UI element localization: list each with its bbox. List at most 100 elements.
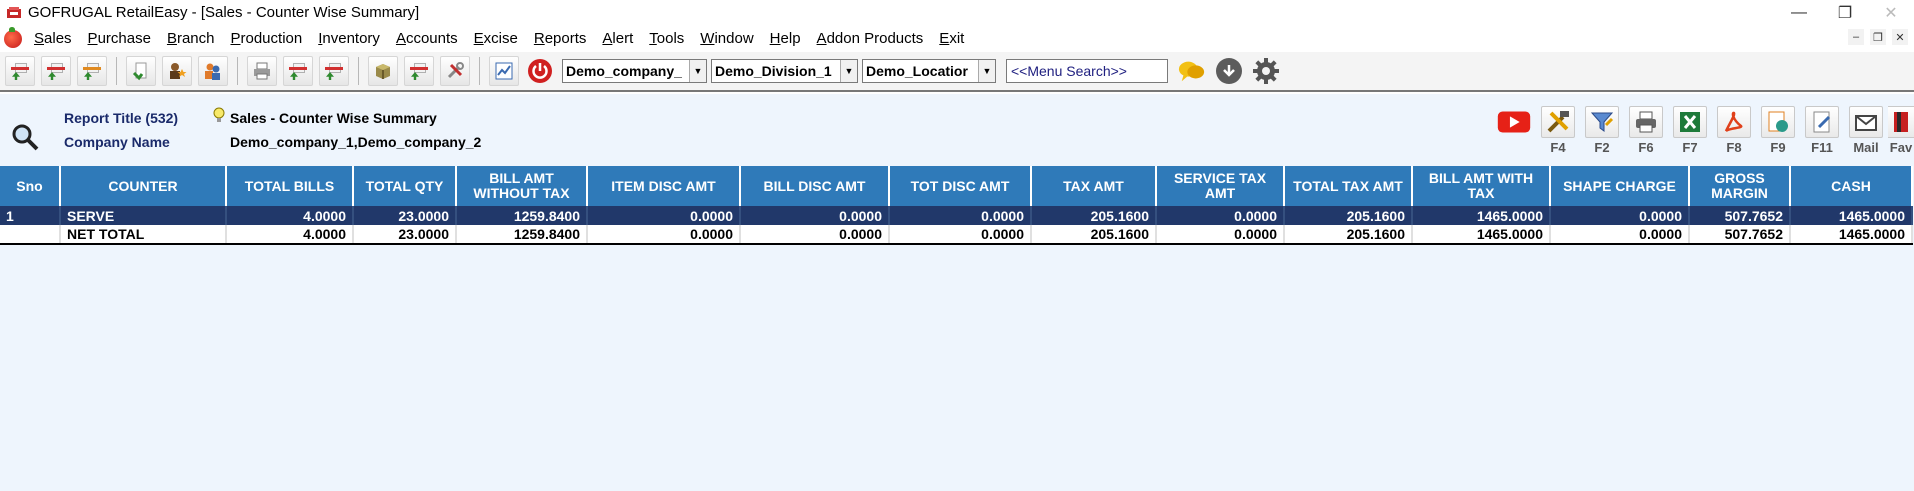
mdi-restore-button[interactable]: ❐ [1870,29,1886,45]
table-cell [0,225,61,245]
menu-production[interactable]: Production [222,30,310,47]
report-header: Report Title (532) Sales - Counter Wise … [0,94,1914,166]
column-header[interactable]: TAX AMT [1031,166,1157,206]
menu-search-input[interactable]: <<Menu Search>> [1006,59,1168,83]
chat-button[interactable] [1178,57,1206,85]
menu-reports[interactable]: Reports [526,30,595,47]
sales-order-button[interactable] [77,56,107,86]
menu-purchase[interactable]: Purchase [80,30,159,47]
column-header[interactable]: CASH [1790,166,1913,206]
column-header[interactable]: BILL AMT WITHOUT TAX [456,166,588,206]
mail-icon [1855,115,1877,131]
users-button[interactable] [198,56,228,86]
table-header-row: Sno COUNTER TOTAL BILLS TOTAL QTY BILL A… [0,166,1913,206]
customer-button[interactable] [162,56,192,86]
report-grid: Sno COUNTER TOTAL BILLS TOTAL QTY BILL A… [0,166,1914,491]
stock-cart-button[interactable] [404,56,434,86]
box-icon [376,64,390,79]
settings-button[interactable] [1252,57,1280,85]
menu-window[interactable]: Window [692,30,761,47]
division-select[interactable]: Demo_Division_1 ▼ [711,59,858,83]
menu-tools[interactable]: Tools [641,30,692,47]
close-button[interactable]: ✕ [1868,0,1914,25]
column-header[interactable]: COUNTER [60,166,227,206]
favorite-button[interactable]: Fav [1888,106,1914,155]
location-select[interactable]: Demo_Locatior ▼ [862,59,996,83]
sales-cart-button[interactable] [5,56,35,86]
chevron-down-icon: ▼ [978,60,995,82]
bookmark-icon [1894,112,1908,132]
edit-f11-button[interactable]: F11 [1800,106,1844,155]
download-button[interactable] [1216,58,1242,84]
menu-excise[interactable]: Excise [466,30,526,47]
excel-f7-button[interactable]: F7 [1668,106,1712,155]
sales-return-button[interactable] [41,56,71,86]
column-header[interactable]: BILL DISC AMT [740,166,890,206]
division-select-value: Demo_Division_1 [715,63,832,79]
cart-icon [410,63,428,80]
purchase-return-button[interactable] [319,56,349,86]
table-cell: 0.0000 [1156,206,1285,225]
pdf-f8-button[interactable]: F8 [1712,106,1756,155]
table-cell: 23.0000 [353,206,457,225]
f2-key-label: F2 [1594,140,1610,155]
tools-button[interactable] [440,56,470,86]
company-select[interactable]: Demo_company_ ▼ [562,59,707,83]
export-f9-button[interactable]: F9 [1756,106,1800,155]
f8-key-label: F8 [1726,140,1742,155]
column-header[interactable]: GROSS MARGIN [1689,166,1791,206]
chevron-down-icon: ▼ [840,60,857,82]
menu-addon-products[interactable]: Addon Products [809,30,932,47]
search-icon[interactable] [10,122,40,152]
column-header[interactable]: SERVICE TAX AMT [1156,166,1285,206]
menu-branch[interactable]: Branch [159,30,223,47]
power-button[interactable] [525,56,555,86]
receipt-button[interactable] [126,56,156,86]
stock-button[interactable] [368,56,398,86]
toolbar-separator [116,57,117,85]
column-header[interactable]: TOTAL QTY [353,166,457,206]
table-cell: 4.0000 [226,206,354,225]
column-header[interactable]: BILL AMT WITH TAX [1412,166,1551,206]
menu-inventory[interactable]: Inventory [310,30,388,47]
print-button[interactable] [247,56,277,86]
column-header[interactable]: TOTAL BILLS [226,166,354,206]
table-cell: 205.1600 [1031,206,1157,225]
tools-f4-button[interactable]: F4 [1536,106,1580,155]
table-cell: 4.0000 [226,225,354,245]
cart-icon [47,63,65,80]
table-cell: 0.0000 [1550,225,1690,245]
print-f6-button[interactable]: F6 [1624,106,1668,155]
mail-button[interactable]: Mail [1844,106,1888,155]
menu-alert[interactable]: Alert [594,30,641,47]
menu-exit[interactable]: Exit [931,30,972,47]
mdi-close-button[interactable]: ✕ [1892,29,1908,45]
column-header[interactable]: ITEM DISC AMT [587,166,741,206]
menu-sales[interactable]: Sales [26,30,80,47]
column-header[interactable]: TOTAL TAX AMT [1284,166,1413,206]
filter-f2-button[interactable]: F2 [1580,106,1624,155]
company-name-value: Demo_company_1,Demo_company_2 [230,134,482,150]
mdi-minimize-button[interactable]: – [1848,29,1864,45]
lightbulb-icon [213,107,225,128]
table-cell: 0.0000 [1156,225,1285,245]
f9-key-label: F9 [1770,140,1786,155]
receipt-icon [132,62,147,81]
column-header[interactable]: Sno [0,166,61,206]
column-header[interactable]: TOT DISC AMT [889,166,1032,206]
chart-button[interactable] [489,56,519,86]
purchase-cart-button[interactable] [283,56,313,86]
column-header[interactable]: SHAPE CHARGE [1550,166,1690,206]
table-cell: 1259.8400 [456,225,588,245]
youtube-button[interactable] [1492,106,1536,155]
menu-accounts[interactable]: Accounts [388,30,466,47]
table-row[interactable]: 1 SERVE 4.0000 23.0000 1259.8400 0.0000 … [0,206,1913,225]
company-select-value: Demo_company_ [566,63,682,79]
window-title: GOFRUGAL RetailEasy - [Sales - Counter W… [28,4,420,21]
minimize-button[interactable]: — [1776,0,1822,25]
menu-help[interactable]: Help [762,30,809,47]
restore-button[interactable]: ❐ [1822,0,1868,25]
printer-icon [254,62,270,80]
customer-star-icon [170,63,187,79]
table-cell: SERVE [60,206,227,225]
